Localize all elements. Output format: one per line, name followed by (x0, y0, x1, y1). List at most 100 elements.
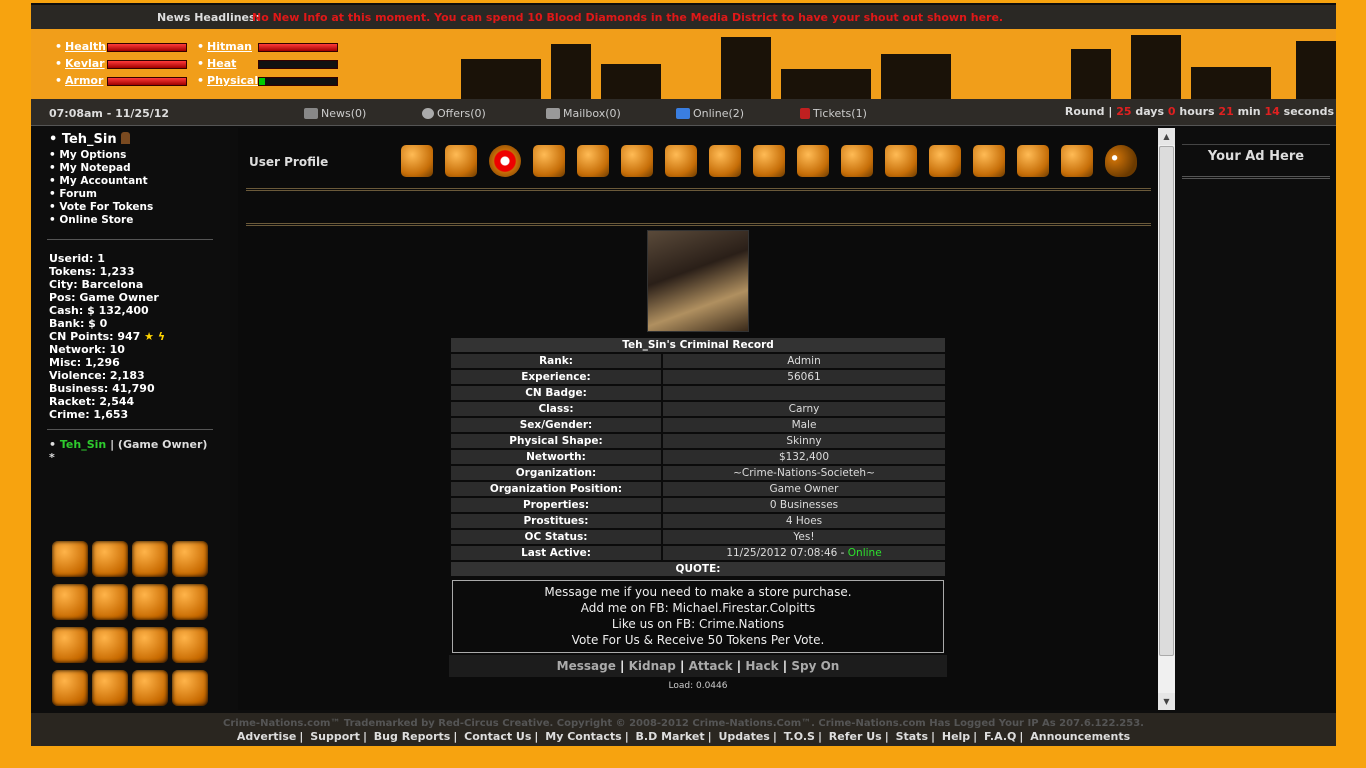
offers-link[interactable]: Offers(0) (422, 107, 486, 120)
footer-link-faq[interactable]: F.A.Q (984, 730, 1016, 743)
star-icon: ★ (144, 330, 155, 343)
footer-link-my-contacts[interactable]: My Contacts (545, 730, 621, 743)
attack-link[interactable]: Attack (689, 659, 733, 673)
cash-icon[interactable] (748, 142, 789, 180)
physical-stat[interactable]: • Physical (197, 74, 258, 87)
gavel-icon[interactable] (1012, 142, 1053, 180)
mailbox-link[interactable]: Mailbox(0) (546, 107, 621, 120)
toolbar-icons (396, 142, 1141, 180)
footer-link-announcements[interactable]: Announcements (1030, 730, 1130, 743)
footer-link-bug-reports[interactable]: Bug Reports (374, 730, 451, 743)
newspaper-icon[interactable] (572, 142, 613, 180)
footer-link-updates[interactable]: Updates (718, 730, 769, 743)
spy-on-link[interactable]: Spy On (791, 659, 839, 673)
money-bag-icon[interactable] (440, 142, 481, 180)
sidebar-item-forum[interactable]: Forum (49, 188, 213, 201)
scroll-down-button[interactable]: ▼ (1158, 693, 1175, 710)
online-user-link[interactable]: Teh_Sin (60, 438, 106, 451)
police-badge-icon[interactable] (132, 670, 168, 706)
jester-icon[interactable] (52, 670, 88, 706)
scroll-pin-icon[interactable] (92, 670, 128, 706)
door-icon (121, 132, 131, 144)
jail-icon[interactable] (660, 142, 701, 180)
handshake-icon[interactable] (92, 584, 128, 620)
footer-link-stats[interactable]: Stats (896, 730, 928, 743)
city-icon[interactable] (52, 584, 88, 620)
footer-link-contact-us[interactable]: Contact Us (464, 730, 531, 743)
round-timer: Round | 25 days 0 hours 21 min 14 second… (1064, 105, 1334, 118)
main-scrollbar[interactable]: ▲ ▼ (1158, 128, 1175, 710)
star-badge-icon[interactable] (172, 541, 208, 577)
book-icon[interactable] (968, 142, 1009, 180)
row-key: OC Status: (451, 530, 661, 544)
health-stat[interactable]: • Health (55, 40, 106, 53)
owl-icon[interactable] (1100, 142, 1141, 180)
news-link[interactable]: News(0) (304, 107, 366, 120)
hitman-link[interactable]: Hitman (207, 40, 252, 53)
stat-userid: Userid: 1 (49, 252, 105, 265)
stat-bank: Bank: $ 0 (49, 317, 108, 330)
hack-link[interactable]: Hack (745, 659, 778, 673)
sidebar-item-vote[interactable]: Vote For Tokens (49, 201, 213, 214)
survey-icon[interactable] (92, 627, 128, 663)
stat-tokens: Tokens: 1,233 (49, 265, 135, 278)
heat-stat[interactable]: • Heat (197, 57, 236, 70)
shop-icon[interactable] (52, 627, 88, 663)
org-chart-icon[interactable] (132, 584, 168, 620)
desk-icon[interactable] (880, 142, 921, 180)
person-icon[interactable] (172, 670, 208, 706)
sidebar-item-options[interactable]: My Options (49, 149, 213, 162)
safe-icon[interactable] (172, 584, 208, 620)
armor-stat[interactable]: • Armor (55, 74, 103, 87)
scroll-up-button[interactable]: ▲ (1158, 128, 1175, 145)
sidebar-item-accountant[interactable]: My Accountant (49, 175, 213, 188)
cards-icon[interactable] (924, 142, 965, 180)
armor-link[interactable]: Armor (65, 74, 103, 87)
footer-link-tos[interactable]: T.O.S (784, 730, 815, 743)
message-link[interactable]: Message (557, 659, 616, 673)
gun-icon[interactable] (528, 142, 569, 180)
boxing-gloves-icon[interactable] (836, 142, 877, 180)
round-days: 25 (1116, 105, 1132, 118)
ad-title[interactable]: Your Ad Here (1182, 144, 1330, 164)
heat-link[interactable]: Heat (207, 57, 236, 70)
footer-link-help[interactable]: Help (942, 730, 970, 743)
quote-line: Like us on FB: Crime.Nations (611, 617, 785, 631)
mail-icon (546, 108, 560, 119)
physical-link[interactable]: Physical (207, 74, 258, 87)
stat-pos: Pos: Game Owner (49, 291, 159, 304)
hitman-stat[interactable]: • Hitman (197, 40, 252, 53)
organization-link[interactable]: ~Crime-Nations-Societeh~ (663, 466, 945, 480)
globe-icon[interactable] (132, 541, 168, 577)
buildings-icon[interactable] (92, 541, 128, 577)
online-link[interactable]: Online(2) (676, 107, 744, 120)
tag-icon[interactable] (172, 627, 208, 663)
survey-icon[interactable] (132, 627, 168, 663)
online-count: Online(2) (693, 107, 745, 120)
kevlar-stat[interactable]: • Kevlar (55, 57, 105, 70)
kevlar-link[interactable]: Kevlar (65, 57, 105, 70)
footer-link-advertise[interactable]: Advertise (237, 730, 296, 743)
row-key: Class: (451, 402, 661, 416)
sidebar-item-notepad[interactable]: My Notepad (49, 162, 213, 175)
scroll-thumb[interactable] (1159, 146, 1174, 656)
sidebar-item-store[interactable]: Online Store (49, 214, 213, 227)
news-text: No New Info at this moment. You can spen… (252, 11, 1004, 24)
footer-link-refer-us[interactable]: Refer Us (829, 730, 882, 743)
crane-icon[interactable] (396, 142, 437, 180)
tickets-link[interactable]: Tickets(1) (800, 107, 867, 120)
compass-icon[interactable] (704, 142, 745, 180)
city-silhouette (1191, 67, 1271, 99)
rip-icon[interactable] (1056, 142, 1097, 180)
footer-link-bd-market[interactable]: B.D Market (636, 730, 705, 743)
health-link[interactable]: Health (65, 40, 106, 53)
footer-link-support[interactable]: Support (310, 730, 360, 743)
stat-racket: Racket: 2,544 (49, 395, 135, 408)
hospital-icon[interactable] (484, 142, 525, 180)
kidnap-link[interactable]: Kidnap (629, 659, 676, 673)
house-icon[interactable] (616, 142, 657, 180)
row-value: $132,400 (663, 450, 945, 464)
fighter-icon[interactable] (792, 142, 833, 180)
sidebar-username[interactable]: • Teh_Sin (49, 132, 213, 147)
scroll-icon[interactable] (52, 541, 88, 577)
